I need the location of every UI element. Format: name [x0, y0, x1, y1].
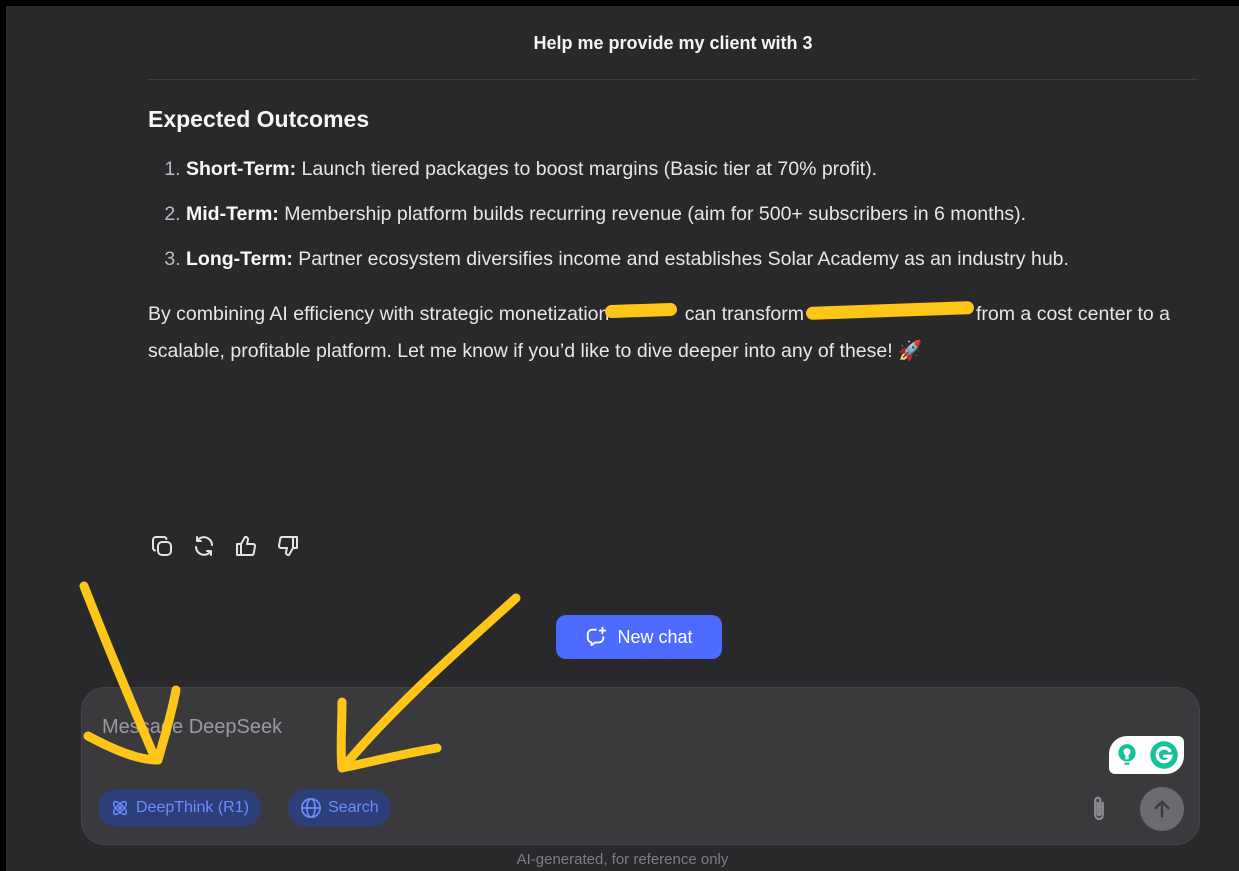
message-input[interactable]: [100, 706, 1084, 748]
attach-button[interactable]: [1084, 792, 1114, 826]
search-toggle[interactable]: Search: [288, 789, 391, 827]
grammarly-icon: [1150, 741, 1178, 769]
thumbs-down-icon: [278, 536, 298, 557]
chat-header: Help me provide my client with 3: [148, 6, 1198, 80]
list-item: Mid-Term: Membership platform builds rec…: [186, 196, 1198, 233]
outcome-label: Short-Term:: [186, 158, 297, 180]
globe-icon: [301, 798, 321, 818]
disclaimer-text: AI-generated, for reference only: [516, 851, 729, 868]
thumbs-down-button[interactable]: [274, 532, 302, 560]
assistant-message: Expected Outcomes Short-Term: Launch tie…: [148, 106, 1198, 370]
outcomes-list: Short-Term: Launch tiered packages to bo…: [148, 151, 1198, 278]
deepthink-toggle[interactable]: DeepThink (R1): [98, 789, 261, 827]
copy-icon: [152, 536, 172, 556]
atom-icon: [112, 800, 128, 816]
thumbs-up-icon: [236, 535, 256, 556]
regenerate-icon: [195, 536, 213, 556]
message-actions: [148, 532, 302, 560]
copy-button[interactable]: [148, 532, 176, 560]
outcome-text: Membership platform builds recurring rev…: [278, 203, 1027, 225]
new-chat-button[interactable]: New chat: [556, 615, 722, 659]
outcome-label: Long-Term:: [186, 248, 293, 270]
message-composer: DeepThink (R1) Search: [81, 687, 1200, 845]
list-item: Long-Term: Partner ecosystem diversifies…: [186, 241, 1198, 278]
new-chat-icon: [587, 626, 607, 647]
chat-window: Help me provide my client with 3 Expecte…: [6, 6, 1239, 871]
chat-title: Help me provide my client with 3: [533, 33, 813, 53]
closing-paragraph: By combining AI efficiency with strategi…: [148, 296, 1198, 370]
arrow-up-icon: [1154, 800, 1170, 818]
grammarly-widget[interactable]: [1109, 736, 1184, 774]
paperclip-icon: [1094, 796, 1104, 821]
outcome-text: Partner ecosystem diversifies income and…: [292, 248, 1069, 270]
closing-text-1: By combining AI efficiency with strategi…: [148, 303, 610, 325]
lightbulb-icon: [1118, 744, 1136, 765]
outcome-text: Launch tiered packages to boost margins …: [296, 158, 878, 180]
deepthink-label: DeepThink (R1): [136, 799, 249, 816]
redaction-mark: [805, 301, 975, 320]
list-item: Short-Term: Launch tiered packages to bo…: [186, 151, 1198, 188]
new-chat-label: New chat: [617, 626, 693, 647]
closing-text-2: can transform: [679, 303, 805, 325]
section-heading: Expected Outcomes: [148, 106, 370, 132]
outcome-label: Mid-Term:: [186, 203, 279, 225]
thumbs-up-button[interactable]: [232, 532, 260, 560]
regenerate-button[interactable]: [190, 532, 218, 560]
send-button[interactable]: [1140, 787, 1184, 831]
redaction-mark: [605, 302, 678, 319]
search-label: Search: [328, 799, 379, 816]
